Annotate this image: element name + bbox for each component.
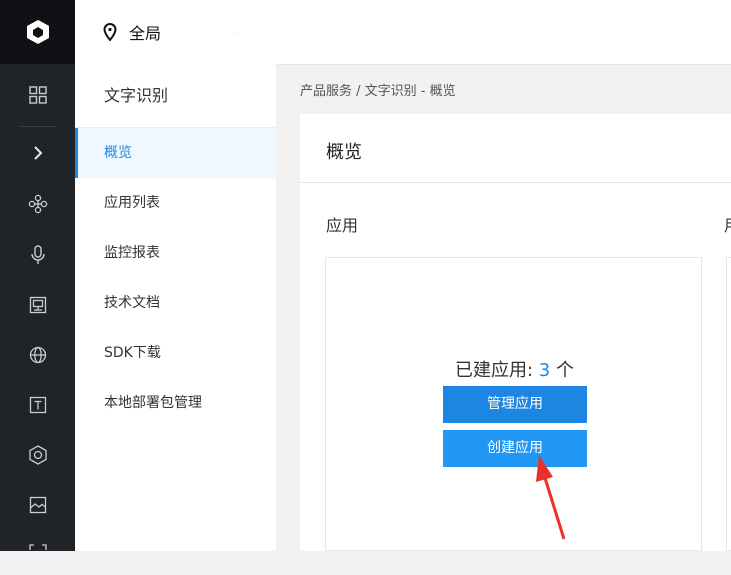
stat-count: 3 <box>538 360 551 381</box>
top-bar: 全局 ⌵ <box>75 0 731 65</box>
rail-grid[interactable] <box>0 70 75 120</box>
mic-icon <box>30 245 45 264</box>
frame-icon <box>28 544 47 550</box>
region-selector[interactable]: 全局 ⌵ <box>103 20 241 44</box>
grid-icon <box>28 86 47 104</box>
logo-icon <box>26 20 49 44</box>
sidebar-item-monitoring[interactable]: 监控报表 <box>75 228 276 278</box>
rail-voice[interactable] <box>0 230 75 280</box>
page-title: 概览 <box>326 142 362 163</box>
breadcrumb: 产品服务 / 文字识别 - 概览 <box>300 84 456 99</box>
rail-globe[interactable] <box>0 330 75 380</box>
rail-expand[interactable] <box>0 128 75 178</box>
sidebar-item-overview[interactable]: 概览 <box>75 128 276 178</box>
product-sidebar: 文字识别 概览 应用列表 监控报表 技术文档 SDK下载 本地部署包管理 <box>75 64 276 551</box>
image-icon <box>29 496 46 514</box>
sidebar-item-sdk-download[interactable]: SDK下载 <box>75 328 276 378</box>
manage-apps-button[interactable]: 管理应用 <box>443 386 587 423</box>
rail-text[interactable] <box>0 380 75 430</box>
create-app-button[interactable]: 创建应用 <box>443 430 587 467</box>
globe-icon <box>29 346 46 364</box>
stat-prefix: 已建应用: <box>455 360 539 381</box>
sidebar-item-app-list[interactable]: 应用列表 <box>75 178 276 228</box>
stat-suffix: 个 <box>550 360 574 381</box>
sidebar-title: 文字识别 <box>75 64 276 128</box>
rail-divider <box>20 126 55 127</box>
apps-card: 已建应用: 3 个 管理应用 创建应用 <box>325 257 702 551</box>
section-label-cutoff: 用 <box>724 212 731 236</box>
region-label: 全局 <box>129 24 162 43</box>
text-icon <box>29 396 46 414</box>
sidebar-item-local-deploy[interactable]: 本地部署包管理 <box>75 378 276 428</box>
overview-panel: 应用 用 已建应用: 3 个 管理应用 创建应用 <box>300 183 731 551</box>
hexagon-icon <box>28 445 47 465</box>
nodes-icon <box>28 194 47 214</box>
rail-image[interactable] <box>0 480 75 530</box>
apps-count-stat: 已建应用: 3 个 <box>326 356 703 382</box>
section-label-apps: 应用 <box>326 216 359 235</box>
board-icon <box>29 296 46 314</box>
rail-hexagon[interactable] <box>0 430 75 480</box>
location-pin-icon <box>103 23 117 41</box>
usage-card <box>726 257 731 551</box>
chevron-down-icon: ⌵ <box>233 28 241 39</box>
page-header: 概览 <box>300 114 731 183</box>
chevron-right-icon <box>33 146 42 160</box>
rail-more[interactable] <box>0 525 75 575</box>
rail-nodes[interactable] <box>0 179 75 229</box>
rail-board[interactable] <box>0 280 75 330</box>
sidebar-item-docs[interactable]: 技术文档 <box>75 278 276 328</box>
icon-rail <box>0 0 75 551</box>
logo[interactable] <box>0 0 75 64</box>
